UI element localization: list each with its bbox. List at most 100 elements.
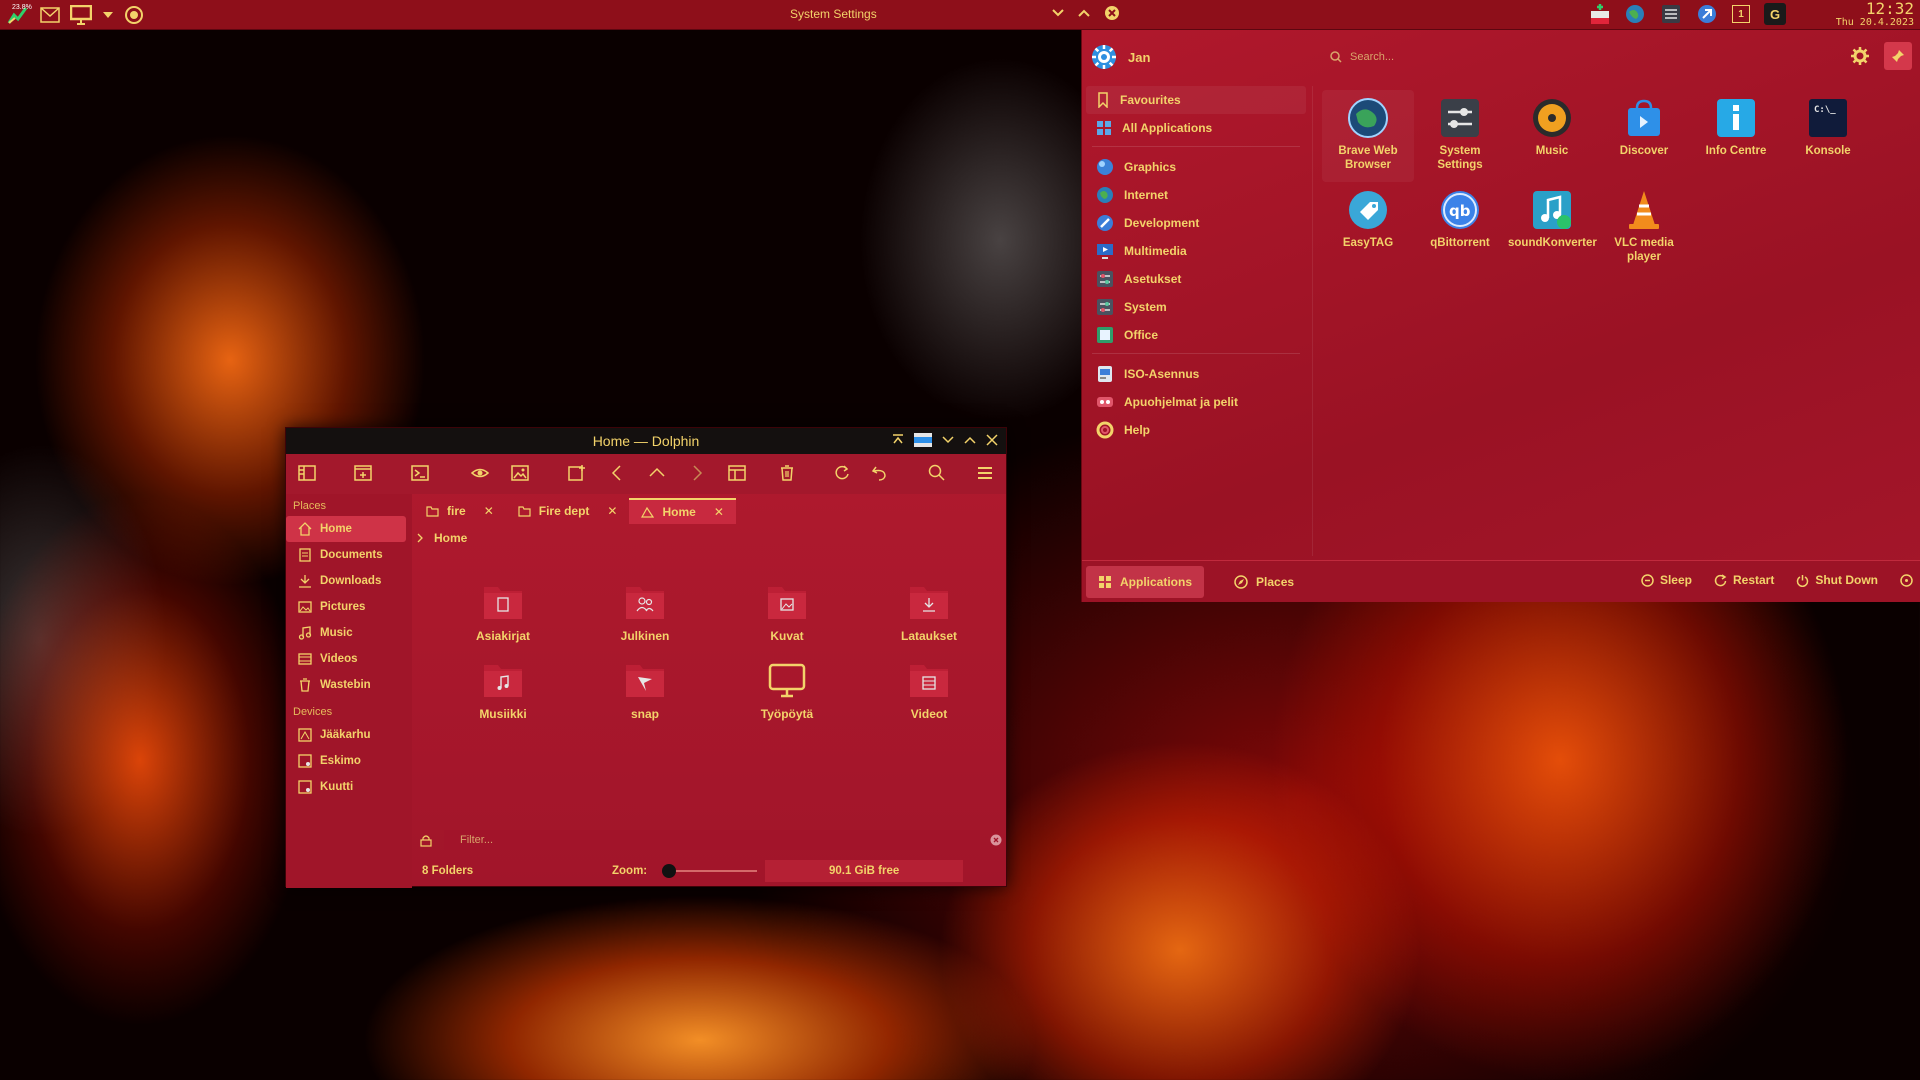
place-documents[interactable]: Documents (286, 542, 406, 568)
search-icon[interactable] (928, 464, 946, 482)
category-graphics[interactable]: Graphics (1086, 153, 1306, 181)
zoom-slider-handle[interactable] (662, 864, 677, 878)
tab-places[interactable]: Places (1222, 566, 1306, 598)
forward-arrow-icon[interactable] (688, 464, 706, 482)
category-favourites[interactable]: Favourites (1086, 86, 1306, 114)
device-kuutti[interactable]: Kuutti (286, 774, 406, 800)
category-asetukset[interactable]: Asetukset (1086, 265, 1306, 293)
folder-videot[interactable]: Videot (858, 661, 1000, 739)
back-arrow-icon[interactable] (608, 464, 626, 482)
network-globe-icon[interactable] (1624, 3, 1646, 25)
monitor-icon[interactable] (70, 4, 92, 25)
free-space-indicator[interactable]: 90.1 GiB free (765, 860, 964, 882)
minimize-icon[interactable] (942, 436, 954, 444)
user-profile[interactable]: Jan (1082, 43, 1312, 71)
app-konsole[interactable]: C:\_ Konsole (1782, 90, 1874, 182)
zoom-slider[interactable] (662, 864, 758, 878)
window-minimize-icon[interactable] (1052, 9, 1064, 17)
terminal-icon[interactable] (411, 464, 429, 482)
more-options-icon[interactable] (1900, 573, 1913, 587)
app-soundkonverter[interactable]: soundKonverter (1506, 182, 1598, 274)
pin-icon[interactable] (1884, 42, 1912, 70)
folder-musiikki[interactable]: Musiikki (432, 661, 574, 739)
window-maximize-icon[interactable] (1078, 9, 1090, 17)
clock[interactable]: 12:32 Thu 20.4.2023 (1822, 1, 1914, 29)
category-iso-asennus[interactable]: ISO-Asennus (1086, 360, 1306, 388)
image-preview-icon[interactable] (511, 464, 529, 482)
window-flag-icon[interactable] (914, 433, 932, 447)
place-wastebin[interactable]: Wastebin (286, 672, 406, 698)
tab-fire-dept[interactable]: Fire dept ✕ (506, 498, 630, 524)
keep-above-icon[interactable] (892, 434, 904, 446)
record-icon[interactable] (124, 5, 144, 25)
kde-connect-icon[interactable] (1696, 3, 1718, 25)
category-system[interactable]: System (1086, 293, 1306, 321)
place-pictures[interactable]: Pictures (286, 594, 406, 620)
tab-home[interactable]: Home ✕ (629, 498, 736, 524)
tab-close-icon[interactable]: ✕ (484, 504, 494, 518)
app-system-settings[interactable]: System Settings (1414, 90, 1506, 182)
category-apuohjelmat-ja-pelit[interactable]: Apuohjelmat ja pelit (1086, 388, 1306, 416)
tab-applications[interactable]: Applications (1086, 565, 1205, 598)
place-videos[interactable]: Videos (286, 646, 406, 672)
filter-input[interactable]: Filter... (444, 830, 980, 850)
place-music[interactable]: Music (286, 620, 406, 646)
app-brave-web-browser[interactable]: Brave Web Browser (1322, 90, 1414, 182)
category-help[interactable]: Help (1086, 416, 1306, 444)
refresh-icon[interactable] (833, 464, 851, 482)
category-internet[interactable]: Internet (1086, 181, 1306, 209)
clear-filter-icon[interactable] (990, 834, 1002, 846)
trash-icon[interactable] (778, 464, 796, 482)
workspace-indicator[interactable]: 1 (1732, 5, 1750, 23)
app-discover[interactable]: Discover (1598, 90, 1690, 182)
device-jaakarhu[interactable]: Jääkarhu (286, 722, 406, 748)
cpu-monitor-icon[interactable]: 23.8% (6, 3, 32, 27)
app-easytag[interactable]: EasyTAG (1322, 182, 1414, 274)
category-all-applications[interactable]: All Applications (1086, 114, 1306, 142)
system-monitor-icon[interactable] (1660, 3, 1682, 25)
up-arrow-icon[interactable] (648, 464, 666, 482)
mail-icon[interactable] (40, 6, 60, 23)
category-office[interactable]: Office (1086, 321, 1306, 349)
tab-close-icon[interactable]: ✕ (714, 505, 724, 519)
tab-fire[interactable]: fire ✕ (414, 498, 506, 524)
window-close-icon[interactable] (1104, 5, 1120, 21)
new-tab-icon[interactable] (354, 464, 372, 482)
folder-tyopoyta[interactable]: Työpöytä (716, 661, 858, 739)
folder-snap[interactable]: snap (574, 661, 716, 739)
active-window-title[interactable]: System Settings (790, 7, 877, 21)
restart-button[interactable]: Restart (1714, 573, 1774, 587)
breadcrumb-home[interactable]: Home (434, 531, 467, 545)
breadcrumb[interactable]: Home (416, 531, 467, 545)
app-vlc-media-player[interactable]: VLC media player (1598, 182, 1690, 274)
folder-lataukset[interactable]: Lataukset (858, 583, 1000, 661)
app-qbittorrent[interactable]: qb qBittorrent (1414, 182, 1506, 274)
undo-icon[interactable] (871, 464, 889, 482)
place-downloads[interactable]: Downloads (286, 568, 406, 594)
place-home[interactable]: Home (286, 516, 406, 542)
view-mode-icon[interactable] (728, 464, 746, 482)
dolphin-titlebar[interactable]: Home — Dolphin (286, 428, 1006, 454)
folder-julkinen[interactable]: Julkinen (574, 583, 716, 661)
split-view-icon[interactable] (568, 464, 586, 482)
configure-gear-icon[interactable] (1846, 42, 1874, 70)
chevron-down-icon[interactable] (102, 11, 114, 19)
update-notifier-icon[interactable] (1590, 3, 1610, 25)
folder-asiakirjat[interactable]: Asiakirjat (432, 583, 574, 661)
tab-close-icon[interactable]: ✕ (607, 504, 617, 518)
places-panel-icon[interactable] (298, 464, 316, 482)
app-info-centre[interactable]: Info Centre (1690, 90, 1782, 182)
app-music[interactable]: Music (1506, 90, 1598, 182)
device-eskimo[interactable]: Eskimo (286, 748, 406, 774)
launcher-search-input[interactable]: Search... (1322, 43, 1842, 71)
g-icon[interactable]: G (1764, 3, 1786, 25)
sleep-button[interactable]: Sleep (1641, 573, 1692, 587)
maximize-icon[interactable] (964, 436, 976, 444)
category-development[interactable]: Development (1086, 209, 1306, 237)
close-icon[interactable] (986, 434, 998, 446)
lock-icon[interactable] (420, 834, 432, 847)
folder-kuvat[interactable]: Kuvat (716, 583, 858, 661)
hamburger-menu-icon[interactable] (976, 464, 994, 482)
preview-eye-icon[interactable] (471, 464, 489, 482)
shutdown-button[interactable]: Shut Down (1796, 573, 1878, 587)
